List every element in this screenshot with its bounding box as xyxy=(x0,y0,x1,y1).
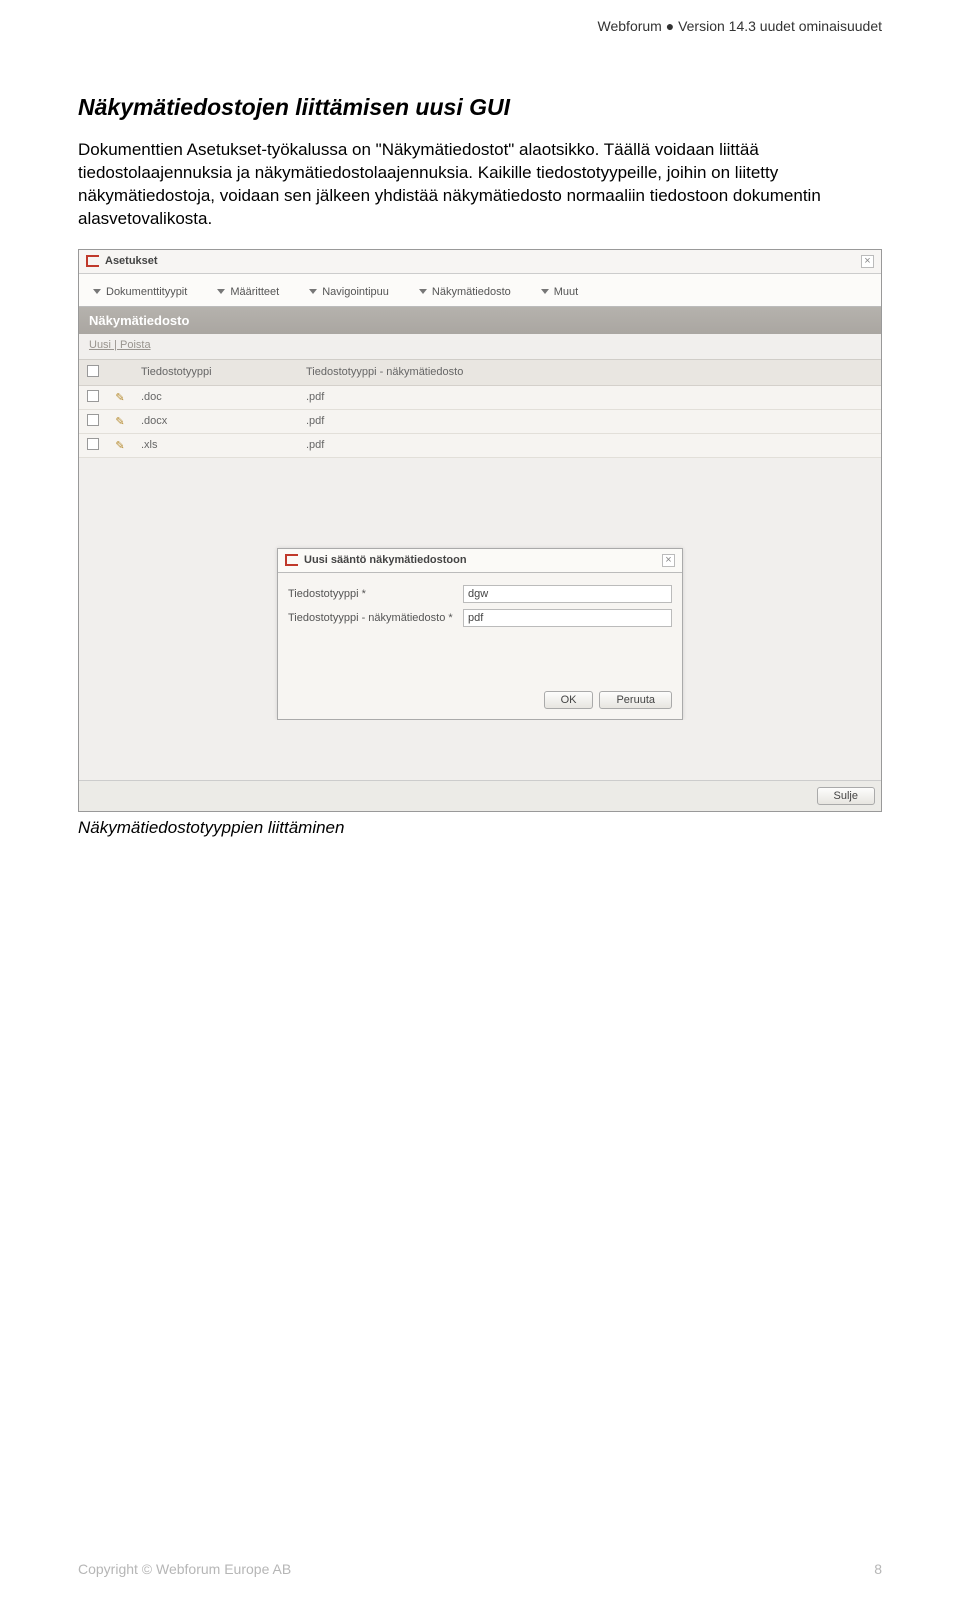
cell-viewtype: .pdf xyxy=(298,433,881,457)
cell-filetype: .doc xyxy=(133,385,298,409)
footer-copyright: Copyright © Webforum Europe AB xyxy=(78,1561,291,1577)
filetype-table: Tiedostotyyppi Tiedostotyyppi - näkymäti… xyxy=(79,360,881,458)
cell-filetype: .docx xyxy=(133,409,298,433)
col-tiedostotyyppi: Tiedostotyyppi xyxy=(133,360,298,386)
viewfiletype-input[interactable] xyxy=(463,609,672,627)
col-nakymatiedosto: Tiedostotyyppi - näkymätiedosto xyxy=(298,360,881,386)
section-heading: Näkymätiedosto xyxy=(79,307,881,334)
table-row: ✎ .docx .pdf xyxy=(79,409,881,433)
table-actions: Uusi | Poista xyxy=(79,334,881,360)
edit-icon[interactable]: ✎ xyxy=(115,392,124,404)
action-separator: | xyxy=(111,339,120,351)
row-checkbox[interactable] xyxy=(87,414,99,426)
row-checkbox[interactable] xyxy=(87,390,99,402)
edit-icon[interactable]: ✎ xyxy=(115,416,124,428)
modal-logo-icon xyxy=(285,554,298,566)
tab-maaritteet[interactable]: Määritteet xyxy=(217,286,279,298)
app-window-title: Asetukset xyxy=(105,255,158,267)
cell-filetype: .xls xyxy=(133,433,298,457)
footer-page-number: 8 xyxy=(874,1561,882,1577)
filetype-label: Tiedostotyyppi * xyxy=(288,588,463,600)
table-row: ✎ .xls .pdf xyxy=(79,433,881,457)
table-row: ✎ .doc .pdf xyxy=(79,385,881,409)
filetype-input[interactable] xyxy=(463,585,672,603)
ok-button[interactable]: OK xyxy=(544,691,594,709)
tabs-row: Dokumenttityypit Määritteet Navigointipu… xyxy=(79,274,881,307)
tab-dokumenttityypit[interactable]: Dokumenttityypit xyxy=(93,286,187,298)
modal-close-icon[interactable]: × xyxy=(662,554,675,567)
content: Näkymätiedostojen liittämisen uusi GUI D… xyxy=(0,34,960,838)
page-footer: Copyright © Webforum Europe AB 8 xyxy=(0,1561,960,1577)
row-checkbox[interactable] xyxy=(87,438,99,450)
app-logo-icon xyxy=(86,255,99,267)
new-rule-modal: Uusi sääntö näkymätiedostoon × Tiedostot… xyxy=(277,548,683,720)
close-button[interactable]: Sulje xyxy=(817,787,875,805)
tab-nakymatiedosto[interactable]: Näkymätiedosto xyxy=(419,286,511,298)
page-header: Webforum ● Version 14.3 uudet ominaisuud… xyxy=(0,0,960,34)
delete-link[interactable]: Poista xyxy=(120,339,151,351)
tab-muut[interactable]: Muut xyxy=(541,286,578,298)
figure-caption: Näkymätiedostotyyppien liittäminen xyxy=(78,818,882,838)
viewfiletype-label: Tiedostotyyppi - näkymätiedosto * xyxy=(288,612,463,624)
select-all-checkbox[interactable] xyxy=(87,365,99,377)
new-link[interactable]: Uusi xyxy=(89,339,111,351)
modal-title: Uusi sääntö näkymätiedostoon xyxy=(304,554,467,566)
close-icon[interactable]: × xyxy=(861,255,874,268)
cell-viewtype: .pdf xyxy=(298,385,881,409)
tab-navigointipuu[interactable]: Navigointipuu xyxy=(309,286,389,298)
edit-icon[interactable]: ✎ xyxy=(115,440,124,452)
cancel-button[interactable]: Peruuta xyxy=(599,691,672,709)
settings-screenshot: Asetukset × Dokumenttityypit Määritteet … xyxy=(78,249,882,812)
body-paragraph: Dokumenttien Asetukset-työkalussa on "Nä… xyxy=(78,139,882,231)
cell-viewtype: .pdf xyxy=(298,409,881,433)
app-window-header: Asetukset × xyxy=(79,250,881,274)
section-title: Näkymätiedostojen liittämisen uusi GUI xyxy=(78,94,882,121)
